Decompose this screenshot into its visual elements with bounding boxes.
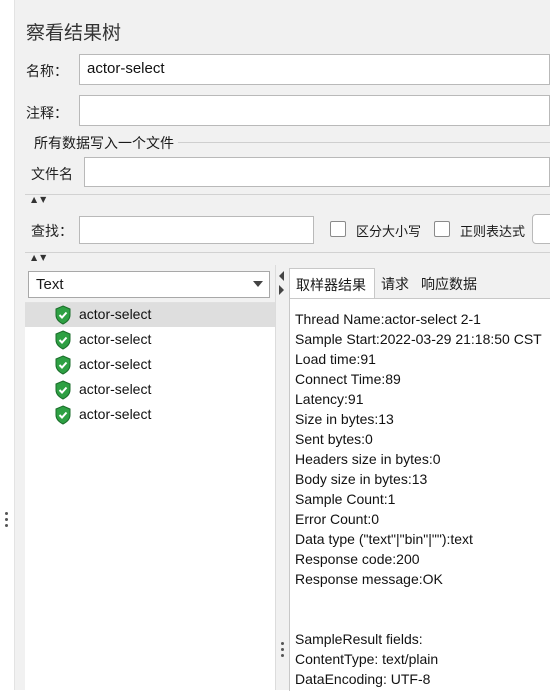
success-shield-icon bbox=[55, 380, 71, 400]
renderer-select-value: Text bbox=[36, 276, 64, 293]
grip-dot bbox=[281, 648, 284, 651]
tree-item[interactable]: actor-select bbox=[25, 403, 275, 427]
collapse-right-icon[interactable] bbox=[279, 285, 284, 295]
filename-label: 文件名 bbox=[31, 167, 73, 183]
divider bbox=[25, 252, 550, 253]
comment-label: 注释： bbox=[26, 106, 68, 122]
comment-input[interactable] bbox=[79, 95, 550, 126]
divider bbox=[25, 194, 550, 195]
file-group-title: 所有数据写入一个文件 bbox=[30, 133, 178, 153]
result-line: SampleResult fields: bbox=[295, 631, 423, 647]
collapse-arrows-icon[interactable]: ▲▼ bbox=[31, 195, 49, 204]
grip-dot bbox=[5, 512, 8, 515]
sampler-result-text[interactable]: Thread Name:actor-select 2-1 Sample Star… bbox=[289, 298, 550, 691]
success-shield-icon bbox=[55, 330, 71, 350]
regex-checkbox[interactable] bbox=[434, 221, 450, 237]
name-input[interactable]: actor-select bbox=[79, 54, 550, 85]
tab-request[interactable]: 请求 bbox=[375, 268, 415, 298]
success-shield-icon bbox=[55, 355, 71, 375]
panel-title: 察看结果树 bbox=[26, 22, 122, 44]
success-shield-icon bbox=[55, 305, 71, 325]
result-line: Response code:200 bbox=[295, 551, 420, 567]
name-label: 名称： bbox=[26, 64, 68, 80]
tree-item-label: actor-select bbox=[79, 331, 152, 347]
success-shield-icon bbox=[55, 405, 71, 425]
result-line: Sample Count:1 bbox=[295, 491, 396, 507]
result-line: Headers size in bytes:0 bbox=[295, 451, 441, 467]
result-line: ContentType: text/plain bbox=[295, 651, 439, 667]
tab-response-data[interactable]: 响应数据 bbox=[415, 268, 489, 298]
grip-dot bbox=[281, 642, 284, 645]
collapse-left-icon[interactable] bbox=[279, 271, 284, 281]
tree-item-label: actor-select bbox=[79, 356, 152, 372]
sample-tree: actor-select actor-select actor-select a… bbox=[25, 302, 275, 691]
result-line: Size in bytes:13 bbox=[295, 411, 394, 427]
tree-item-label: actor-select bbox=[79, 406, 152, 422]
result-line: Thread Name:actor-select 2-1 bbox=[295, 311, 481, 327]
result-line: Sample Start:2022-03-29 21:18:50 CST bbox=[295, 331, 542, 347]
case-sensitive-label: 区分大小写 bbox=[356, 225, 422, 240]
result-line: Load time:91 bbox=[295, 351, 376, 367]
tree-item-label: actor-select bbox=[79, 381, 152, 397]
renderer-select[interactable]: Text bbox=[28, 271, 270, 298]
tab-sampler-result[interactable]: 取样器结果 bbox=[289, 268, 375, 298]
collapse-arrows-icon[interactable]: ▲▼ bbox=[31, 253, 49, 262]
tree-item[interactable]: actor-select bbox=[25, 328, 275, 352]
result-line: Data type ("text"|"bin"|""):text bbox=[295, 531, 473, 547]
grip-dot bbox=[5, 518, 8, 521]
tree-item[interactable]: actor-select bbox=[25, 353, 275, 377]
grip-dot bbox=[5, 524, 8, 527]
name-input-value: actor-select bbox=[87, 60, 165, 77]
case-sensitive-checkbox[interactable] bbox=[330, 221, 346, 237]
search-input[interactable] bbox=[79, 216, 314, 244]
left-collapse-gutter[interactable] bbox=[0, 0, 15, 690]
pane-splitter[interactable] bbox=[275, 265, 289, 690]
chevron-down-icon bbox=[253, 281, 263, 287]
result-line: DataEncoding: UTF-8 bbox=[295, 671, 431, 687]
result-line: Connect Time:89 bbox=[295, 371, 401, 387]
result-line: Sent bytes:0 bbox=[295, 431, 373, 447]
result-line: Latency:91 bbox=[295, 391, 364, 407]
result-line: Body size in bytes:13 bbox=[295, 471, 428, 487]
tree-item[interactable]: actor-select bbox=[25, 378, 275, 402]
regex-label: 正则表达式 bbox=[460, 225, 526, 240]
grip-dot bbox=[281, 654, 284, 657]
filename-input[interactable] bbox=[84, 157, 550, 187]
tree-item[interactable]: actor-select bbox=[25, 303, 275, 327]
search-label: 查找： bbox=[31, 224, 73, 240]
result-line: Response message:OK bbox=[295, 571, 443, 587]
result-line: Error Count:0 bbox=[295, 511, 380, 527]
tree-item-label: actor-select bbox=[79, 306, 152, 322]
search-button[interactable] bbox=[532, 214, 550, 244]
